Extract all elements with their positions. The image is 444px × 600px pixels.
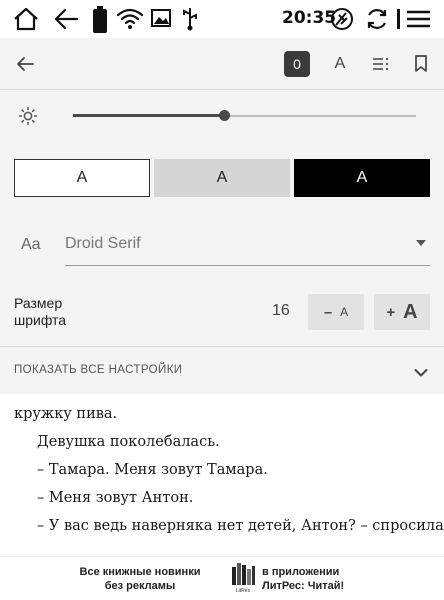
home-icon[interactable] <box>12 6 40 36</box>
increase-font-size-button[interactable]: + A <box>374 294 430 330</box>
page-zero-button[interactable]: 0 <box>284 51 310 77</box>
book-line: Девушка поколебалась. <box>37 434 220 450</box>
minus-icon: – <box>323 303 333 321</box>
image-icon <box>151 6 171 36</box>
ad-right-line1: в приложении <box>262 566 340 578</box>
usb-icon <box>181 6 199 36</box>
theme-gray-button[interactable]: A <box>154 159 290 197</box>
font-family-row: Aa Droid Serif <box>0 224 444 268</box>
chevron-down-icon <box>414 363 428 382</box>
sun-icon <box>18 106 38 130</box>
font-size-label-line1: Размер <box>14 295 63 311</box>
sync-icon[interactable] <box>330 6 354 36</box>
brightness-slider-handle[interactable] <box>218 110 230 121</box>
bookmark-icon[interactable] <box>413 50 429 78</box>
plus-icon: + <box>386 303 396 321</box>
show-all-settings-row[interactable]: ПОКАЗАТЬ ВСЕ НАСТРОЙКИ <box>0 346 444 394</box>
cut-off-text-line <box>14 394 430 398</box>
battery-icon <box>92 6 108 38</box>
decrease-font-size-button[interactable]: – A <box>308 294 364 330</box>
litres-ad-banner[interactable]: Все книжные новинки без рекламы LitRes в… <box>0 556 444 600</box>
refresh-icon[interactable] <box>364 6 390 36</box>
ad-left-line1: Все книжные новинки <box>79 566 201 578</box>
theme-selector: A A A <box>14 159 430 197</box>
increase-font-letter: A <box>403 300 418 323</box>
wifi-icon <box>116 6 144 36</box>
reading-settings-panel: 0 A A A A Aa Droid Serif Размер шрифта 1… <box>0 38 444 394</box>
font-family-value: Droid Serif <box>65 235 141 252</box>
ad-left-text: Все книжные новинки без рекламы <box>60 565 220 593</box>
book-line: кружку пива. <box>14 406 118 422</box>
book-line: – У вас ведь наверняка нет детей, Антон?… <box>37 518 444 534</box>
litres-logo: LitRes <box>228 561 258 595</box>
ad-left-line2: без рекламы <box>104 580 176 592</box>
back-arrow-icon[interactable] <box>52 6 80 36</box>
litres-logo-text: LitRes <box>235 588 251 594</box>
dropdown-caret-icon <box>416 240 426 246</box>
brightness-slider[interactable] <box>73 110 416 121</box>
decrease-font-letter: A <box>340 305 349 319</box>
show-all-settings-label: ПОКАЗАТЬ ВСЕ НАСТРОЙКИ <box>14 364 183 376</box>
book-page[interactable]: кружку пива. Девушка поколебалась. – Там… <box>0 394 444 554</box>
status-bar: 20:35 <box>0 0 444 38</box>
theme-white-button[interactable]: A <box>14 159 150 197</box>
arrow-left-icon[interactable] <box>14 50 36 78</box>
book-line: – Тамара. Меня зовут Тамара. <box>37 462 268 478</box>
font-family-dropdown[interactable]: Droid Serif <box>65 224 430 266</box>
ad-right-text: в приложении ЛитРес: Читай! <box>262 565 382 593</box>
font-size-label: Размер шрифта <box>14 295 94 329</box>
font-family-label: Aa <box>21 236 41 253</box>
theme-black-button[interactable]: A <box>294 159 430 197</box>
menu-icon[interactable] <box>396 6 432 36</box>
font-settings-tab[interactable]: A <box>330 50 350 78</box>
list-icon[interactable] <box>371 50 391 78</box>
font-size-label-line2: шрифта <box>14 312 67 328</box>
book-line: – Меня зовут Антон. <box>37 490 194 506</box>
clock: 20:35 <box>282 8 337 28</box>
font-size-value: 16 <box>272 302 290 319</box>
font-size-row: Размер шрифта 16 – A + A <box>0 292 444 332</box>
ad-right-line2: ЛитРес: Читай! <box>262 580 345 592</box>
brightness-slider-fill <box>73 114 224 117</box>
settings-toolbar: 0 A <box>0 38 444 90</box>
